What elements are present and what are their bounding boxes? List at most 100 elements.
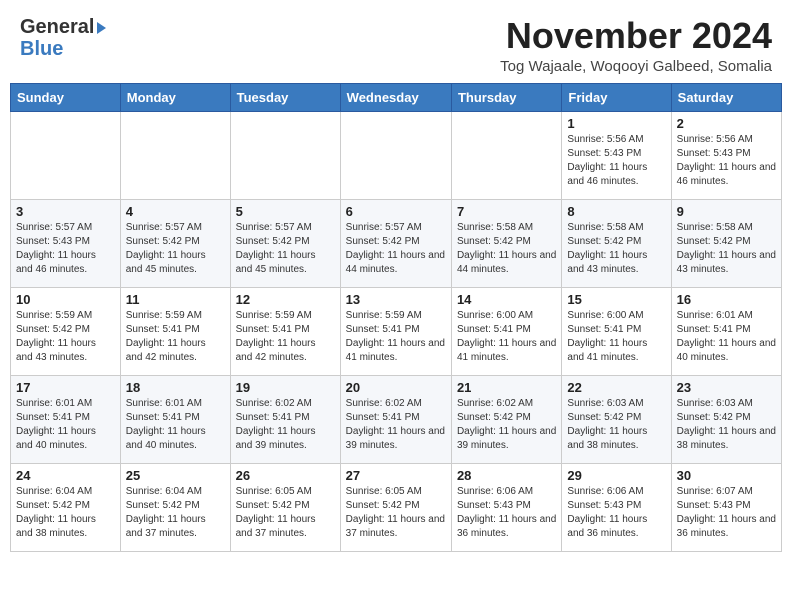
cell-day-number: 17 bbox=[16, 380, 115, 395]
day-header-thursday: Thursday bbox=[451, 83, 561, 111]
calendar-cell: 18 Sunrise: 6:01 AM Sunset: 5:41 PM Dayli… bbox=[120, 375, 230, 463]
calendar-cell: 17 Sunrise: 6:01 AM Sunset: 5:41 PM Dayli… bbox=[11, 375, 121, 463]
cell-day-number: 16 bbox=[677, 292, 776, 307]
week-row-2: 3 Sunrise: 5:57 AM Sunset: 5:43 PM Daylig… bbox=[11, 199, 782, 287]
cell-day-number: 26 bbox=[236, 468, 335, 483]
cell-day-number: 14 bbox=[457, 292, 556, 307]
calendar-cell: 5 Sunrise: 5:57 AM Sunset: 5:42 PM Daylig… bbox=[230, 199, 340, 287]
cell-day-number: 1 bbox=[567, 116, 665, 131]
calendar-cell: 30 Sunrise: 6:07 AM Sunset: 5:43 PM Dayli… bbox=[671, 463, 781, 551]
cell-day-number: 8 bbox=[567, 204, 665, 219]
calendar-cell: 27Sunrise: 6:05 AM Sunset: 5:42 PM Dayli… bbox=[340, 463, 451, 551]
day-header-wednesday: Wednesday bbox=[340, 83, 451, 111]
logo: General Blue bbox=[20, 16, 106, 60]
calendar-cell: 8 Sunrise: 5:58 AM Sunset: 5:42 PM Daylig… bbox=[562, 199, 671, 287]
cell-day-number: 5 bbox=[236, 204, 335, 219]
week-row-5: 24 Sunrise: 6:04 AM Sunset: 5:42 PM Dayli… bbox=[11, 463, 782, 551]
week-row-4: 17 Sunrise: 6:01 AM Sunset: 5:41 PM Dayli… bbox=[11, 375, 782, 463]
cell-info: Sunrise: 5:59 AM Sunset: 5:42 PM Dayligh… bbox=[16, 309, 115, 365]
cell-info: Sunrise: 5:58 AM Sunset: 5:42 PM Dayligh… bbox=[567, 221, 665, 277]
cell-info: Sunrise: 5:57 AM Sunset: 5:42 PM Dayligh… bbox=[236, 221, 335, 277]
calendar-cell: 3 Sunrise: 5:57 AM Sunset: 5:43 PM Daylig… bbox=[11, 199, 121, 287]
day-header-friday: Friday bbox=[562, 83, 671, 111]
calendar-cell: 10 Sunrise: 5:59 AM Sunset: 5:42 PM Dayli… bbox=[11, 287, 121, 375]
cell-info: Sunrise: 6:03 AM Sunset: 5:42 PM Dayligh… bbox=[567, 397, 665, 453]
calendar-cell: 19Sunrise: 6:02 AM Sunset: 5:41 PM Dayli… bbox=[230, 375, 340, 463]
cell-info: Sunrise: 6:06 AM Sunset: 5:43 PM Dayligh… bbox=[457, 485, 556, 541]
cell-day-number: 9 bbox=[677, 204, 776, 219]
calendar-cell: 6 Sunrise: 5:57 AM Sunset: 5:42 PM Daylig… bbox=[340, 199, 451, 287]
cell-info: Sunrise: 6:01 AM Sunset: 5:41 PM Dayligh… bbox=[126, 397, 225, 453]
logo-arrow-icon bbox=[97, 22, 106, 34]
cell-info: Sunrise: 6:02 AM Sunset: 5:42 PM Dayligh… bbox=[457, 397, 556, 453]
calendar-cell: 22 Sunrise: 6:03 AM Sunset: 5:42 PM Dayli… bbox=[562, 375, 671, 463]
cell-info: Sunrise: 6:01 AM Sunset: 5:41 PM Dayligh… bbox=[16, 397, 115, 453]
calendar-cell: 1 Sunrise: 5:56 AM Sunset: 5:43 PM Daylig… bbox=[562, 111, 671, 199]
cell-info: Sunrise: 5:57 AM Sunset: 5:42 PM Dayligh… bbox=[346, 221, 446, 277]
cell-info: Sunrise: 6:04 AM Sunset: 5:42 PM Dayligh… bbox=[126, 485, 225, 541]
cell-info: Sunrise: 5:59 AM Sunset: 5:41 PM Dayligh… bbox=[236, 309, 335, 365]
calendar-cell: 7 Sunrise: 5:58 AM Sunset: 5:42 PM Daylig… bbox=[451, 199, 561, 287]
calendar-cell bbox=[120, 111, 230, 199]
calendar-cell: 15Sunrise: 6:00 AM Sunset: 5:41 PM Dayli… bbox=[562, 287, 671, 375]
calendar-cell: 26 Sunrise: 6:05 AM Sunset: 5:42 PM Dayli… bbox=[230, 463, 340, 551]
calendar-cell: 24 Sunrise: 6:04 AM Sunset: 5:42 PM Dayli… bbox=[11, 463, 121, 551]
location-title: Tog Wajaale, Woqooyi Galbeed, Somalia bbox=[500, 58, 772, 75]
cell-day-number: 11 bbox=[126, 292, 225, 307]
calendar-cell: 20Sunrise: 6:02 AM Sunset: 5:41 PM Dayli… bbox=[340, 375, 451, 463]
calendar-table: SundayMondayTuesdayWednesdayThursdayFrid… bbox=[10, 83, 782, 552]
calendar-cell: 12 Sunrise: 5:59 AM Sunset: 5:41 PM Dayli… bbox=[230, 287, 340, 375]
cell-info: Sunrise: 5:58 AM Sunset: 5:42 PM Dayligh… bbox=[457, 221, 556, 277]
calendar-cell: 9 Sunrise: 5:58 AM Sunset: 5:42 PM Daylig… bbox=[671, 199, 781, 287]
cell-day-number: 12 bbox=[236, 292, 335, 307]
cell-day-number: 10 bbox=[16, 292, 115, 307]
calendar-cell: 13 Sunrise: 5:59 AM Sunset: 5:41 PM Dayli… bbox=[340, 287, 451, 375]
calendar-cell: 2 Sunrise: 5:56 AM Sunset: 5:43 PM Daylig… bbox=[671, 111, 781, 199]
cell-day-number: 28 bbox=[457, 468, 556, 483]
cell-info: Sunrise: 6:00 AM Sunset: 5:41 PM Dayligh… bbox=[457, 309, 556, 365]
cell-info: Sunrise: 6:05 AM Sunset: 5:42 PM Dayligh… bbox=[236, 485, 335, 541]
cell-info: Sunrise: 5:59 AM Sunset: 5:41 PM Dayligh… bbox=[346, 309, 446, 365]
calendar-body: 1 Sunrise: 5:56 AM Sunset: 5:43 PM Daylig… bbox=[11, 111, 782, 551]
cell-info: Sunrise: 6:07 AM Sunset: 5:43 PM Dayligh… bbox=[677, 485, 776, 541]
month-title: November 2024 bbox=[500, 16, 772, 56]
calendar-cell: 16Sunrise: 6:01 AM Sunset: 5:41 PM Dayli… bbox=[671, 287, 781, 375]
cell-info: Sunrise: 6:02 AM Sunset: 5:41 PM Dayligh… bbox=[346, 397, 446, 453]
cell-day-number: 27 bbox=[346, 468, 446, 483]
cell-info: Sunrise: 5:57 AM Sunset: 5:42 PM Dayligh… bbox=[126, 221, 225, 277]
day-header-row: SundayMondayTuesdayWednesdayThursdayFrid… bbox=[11, 83, 782, 111]
calendar-cell: 14 Sunrise: 6:00 AM Sunset: 5:41 PM Dayli… bbox=[451, 287, 561, 375]
calendar-cell: 11 Sunrise: 5:59 AM Sunset: 5:41 PM Dayli… bbox=[120, 287, 230, 375]
cell-info: Sunrise: 5:57 AM Sunset: 5:43 PM Dayligh… bbox=[16, 221, 115, 277]
cell-info: Sunrise: 5:58 AM Sunset: 5:42 PM Dayligh… bbox=[677, 221, 776, 277]
cell-day-number: 4 bbox=[126, 204, 225, 219]
cell-day-number: 18 bbox=[126, 380, 225, 395]
cell-info: Sunrise: 6:04 AM Sunset: 5:42 PM Dayligh… bbox=[16, 485, 115, 541]
cell-info: Sunrise: 5:59 AM Sunset: 5:41 PM Dayligh… bbox=[126, 309, 225, 365]
cell-day-number: 6 bbox=[346, 204, 446, 219]
cell-info: Sunrise: 6:06 AM Sunset: 5:43 PM Dayligh… bbox=[567, 485, 665, 541]
logo-text: General bbox=[20, 16, 106, 38]
logo-blue-text: Blue bbox=[20, 38, 63, 60]
calendar-cell: 23 Sunrise: 6:03 AM Sunset: 5:42 PM Dayli… bbox=[671, 375, 781, 463]
cell-day-number: 7 bbox=[457, 204, 556, 219]
cell-day-number: 13 bbox=[346, 292, 446, 307]
week-row-3: 10 Sunrise: 5:59 AM Sunset: 5:42 PM Dayli… bbox=[11, 287, 782, 375]
cell-day-number: 2 bbox=[677, 116, 776, 131]
cell-day-number: 22 bbox=[567, 380, 665, 395]
week-row-1: 1 Sunrise: 5:56 AM Sunset: 5:43 PM Daylig… bbox=[11, 111, 782, 199]
cell-day-number: 24 bbox=[16, 468, 115, 483]
day-header-monday: Monday bbox=[120, 83, 230, 111]
calendar-header: SundayMondayTuesdayWednesdayThursdayFrid… bbox=[11, 83, 782, 111]
cell-day-number: 29 bbox=[567, 468, 665, 483]
cell-info: Sunrise: 5:56 AM Sunset: 5:43 PM Dayligh… bbox=[677, 133, 776, 189]
cell-day-number: 3 bbox=[16, 204, 115, 219]
cell-day-number: 23 bbox=[677, 380, 776, 395]
cell-info: Sunrise: 6:00 AM Sunset: 5:41 PM Dayligh… bbox=[567, 309, 665, 365]
day-header-tuesday: Tuesday bbox=[230, 83, 340, 111]
cell-day-number: 30 bbox=[677, 468, 776, 483]
cell-info: Sunrise: 5:56 AM Sunset: 5:43 PM Dayligh… bbox=[567, 133, 665, 189]
calendar-cell: 25Sunrise: 6:04 AM Sunset: 5:42 PM Dayli… bbox=[120, 463, 230, 551]
cell-info: Sunrise: 6:03 AM Sunset: 5:42 PM Dayligh… bbox=[677, 397, 776, 453]
calendar-cell bbox=[11, 111, 121, 199]
